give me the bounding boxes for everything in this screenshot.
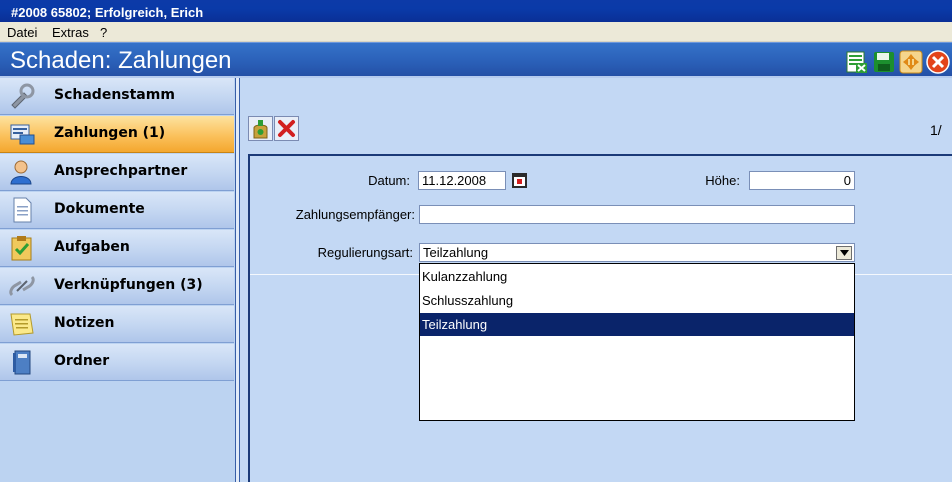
document-icon [13,197,32,223]
zahlungsempfaenger-label: Zahlungsempfänger: [295,207,415,222]
calendar-button[interactable] [511,172,528,189]
sidebar-item-label: Zahlungen (1) [54,125,166,141]
sidebar-item-label: Notizen [54,315,115,331]
sidebar-item-label: Dokumente [54,201,145,217]
sidebar-item-ansprechpartner[interactable]: Ansprechpartner [0,154,234,191]
hoehe-label: Höhe: [705,173,740,188]
regulierungsart-options: Kulanzzahlung Schlusszahlung Teilzahlung [419,263,855,421]
dropdown-arrow-button[interactable] [836,246,852,260]
page-header: Schaden: Zahlungen [0,42,952,78]
sidebar-item-label: Ordner [54,353,110,369]
delete-icon [278,120,295,137]
menu-datei[interactable]: Datei [7,25,37,40]
regulierungsart-select[interactable]: Teilzahlung [419,243,855,262]
regulierungsart-label: Regulierungsart: [317,245,413,260]
payment-icon [10,124,35,145]
notes-icon [10,313,34,336]
chevron-down-icon [840,250,849,256]
menu-help[interactable]: ? [100,25,107,40]
sidebar-item-label: Aufgaben [54,239,130,255]
sidebar-item-verknuepfungen[interactable]: Verknüpfungen (3) [0,268,234,305]
hoehe-input[interactable]: 0 [749,171,855,190]
option-teilzahlung[interactable]: Teilzahlung [420,313,854,336]
sidebar-item-dokumente[interactable]: Dokumente [0,192,234,229]
link-icon [9,275,35,297]
page-title: Schaden: Zahlungen [10,47,232,74]
navigate-icon [899,50,923,74]
zahlungsempfaenger-input[interactable] [419,205,855,224]
wrench-icon [11,83,35,109]
sidebar-item-label: Ansprechpartner [54,163,188,179]
folder-icon [13,350,31,375]
calendar-icon [512,173,527,188]
sidebar-item-label: Verknüpfungen (3) [54,277,203,293]
menu-bar: Datei Extras ? [0,22,952,42]
delete-button[interactable] [274,116,299,141]
page-counter: 1/ [930,122,942,138]
excel-export-icon [846,51,867,73]
close-button[interactable] [926,50,950,74]
sidebar-item-zahlungen[interactable]: Zahlungen (1) [0,116,234,153]
sidebar-item-ordner[interactable]: Ordner [0,344,234,381]
sidebar-item-aufgaben[interactable]: Aufgaben [0,230,234,267]
task-icon [11,236,32,261]
menu-extras[interactable]: Extras [52,25,89,40]
add-payment-icon [253,120,268,139]
person-icon [10,160,32,185]
sidebar-item-label: Schadenstamm [54,87,175,103]
add-payment-button[interactable] [248,116,273,141]
save-icon [874,52,894,72]
excel-export-button[interactable] [845,50,869,74]
close-icon [926,50,950,74]
sidebar-item-schadenstamm[interactable]: Schadenstamm [0,78,234,115]
save-button[interactable] [872,50,896,74]
regulierungsart-value: Teilzahlung [423,245,489,260]
option-schlusszahlung[interactable]: Schlusszahlung [420,289,854,312]
datum-input[interactable]: 11.12.2008 [418,171,506,190]
option-kulanzzahlung[interactable]: Kulanzzahlung [420,265,854,288]
window-title-bar: #2008 65802; Erfolgreich, Erich [0,0,952,22]
sidebar-item-notizen[interactable]: Notizen [0,306,234,343]
navigate-button[interactable] [899,50,923,74]
sidebar: Schadenstamm Zahlungen (1) Ansprechpartn… [0,78,236,482]
window-title: #2008 65802; Erfolgreich, Erich [11,5,204,20]
datum-label: Datum: [368,173,410,188]
